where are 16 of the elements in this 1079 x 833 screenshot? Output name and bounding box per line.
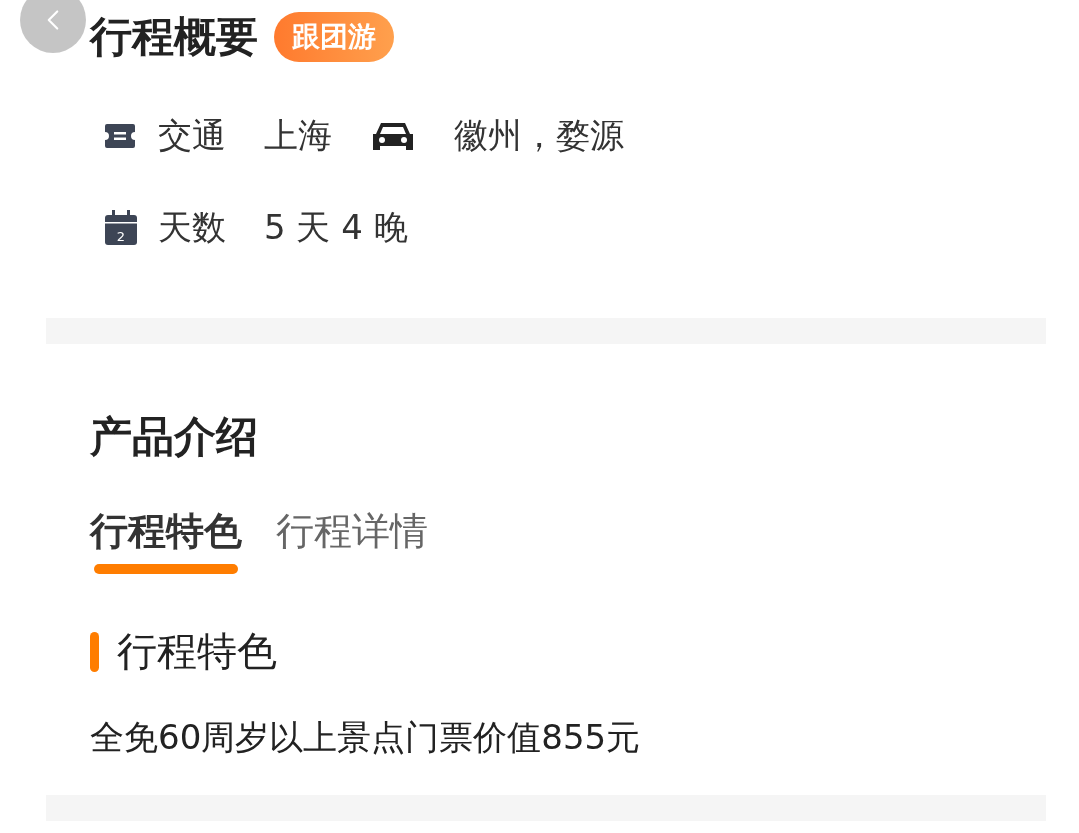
destination-text: 徽州，婺源	[454, 114, 624, 158]
row-label: 交通	[158, 114, 226, 158]
duration-text: 5 天 4 晚	[264, 206, 408, 250]
feature-text: 全免60周岁以上景点门票价值855元	[90, 716, 642, 760]
back-button[interactable]	[20, 0, 86, 53]
ticket-icon	[104, 122, 136, 151]
tour-type-badge: 跟团游	[274, 12, 394, 63]
subsection-title: 行程特色	[117, 627, 277, 677]
section-title: 产品介绍	[90, 412, 259, 463]
tab[interactable]: 行程详情	[276, 508, 428, 575]
accent-bar	[90, 631, 99, 672]
row-label: 天数	[158, 206, 226, 250]
departure-city: 上海	[264, 114, 332, 158]
tab[interactable]: 行程特色	[90, 508, 242, 575]
overview-title: 行程概要	[90, 12, 258, 63]
car-icon	[372, 120, 414, 153]
